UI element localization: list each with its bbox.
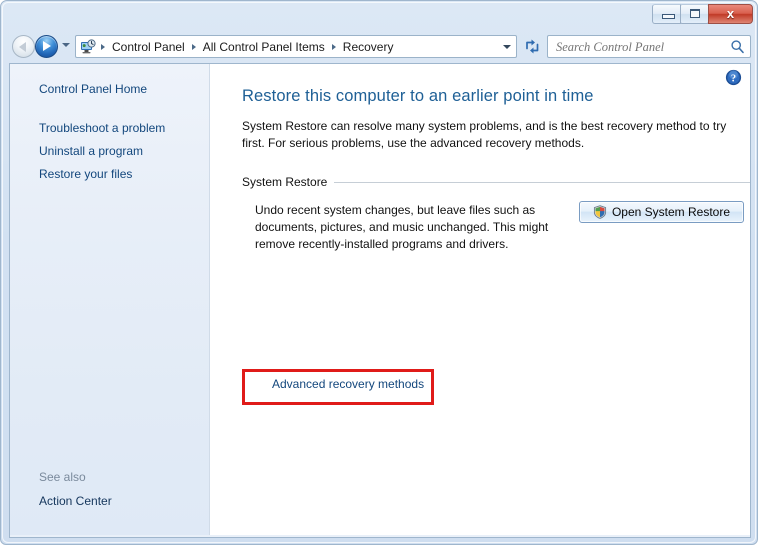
see-also-section: See also Action Center — [10, 467, 209, 513]
search-icon[interactable] — [730, 39, 745, 54]
svg-text:?: ? — [731, 73, 736, 84]
breadcrumb-separator-icon — [191, 43, 196, 50]
see-also-label: See also — [39, 470, 86, 484]
breadcrumb-separator-icon — [331, 43, 336, 50]
search-box[interactable] — [547, 35, 751, 59]
forward-arrow-icon — [43, 41, 51, 51]
nav-link-restore-your-files[interactable]: Restore your files — [10, 163, 209, 186]
address-bar[interactable]: Control Panel All Control Panel Items Re… — [75, 35, 517, 58]
back-button[interactable] — [12, 35, 35, 58]
back-arrow-icon — [19, 42, 26, 52]
see-also-link-action-center[interactable]: Action Center — [10, 490, 209, 513]
navigation-pane-links: Control Panel Home Troubleshoot a proble… — [10, 78, 209, 186]
breadcrumb-separator-icon — [101, 43, 105, 50]
window-controls: x — [652, 4, 753, 26]
control-panel-icon — [80, 38, 96, 55]
nav-link-uninstall-a-program[interactable]: Uninstall a program — [10, 140, 209, 163]
help-icon[interactable]: ? — [725, 69, 742, 86]
breadcrumb-recovery[interactable]: Recovery — [341, 39, 396, 55]
system-restore-description: Undo recent system changes, but leave fi… — [255, 203, 549, 251]
system-restore-group-header: System Restore — [242, 174, 750, 190]
group-divider — [334, 181, 750, 183]
navigation-bar: Control Panel All Control Panel Items Re… — [9, 32, 751, 62]
recent-pages-chevron-icon[interactable] — [62, 43, 70, 47]
window-bottom-strip — [9, 535, 751, 538]
nav-pane-spacer — [10, 101, 209, 117]
detail-pane: ? Restore this computer to an earlier po… — [211, 64, 750, 535]
nav-link-troubleshoot-a-problem[interactable]: Troubleshoot a problem — [10, 117, 209, 140]
close-icon: x — [726, 6, 735, 21]
system-restore-group: System Restore Undo recent system change… — [242, 174, 750, 405]
system-restore-group-label: System Restore — [242, 175, 328, 189]
forward-button[interactable] — [35, 35, 58, 58]
page-title: Restore this computer to an earlier poin… — [242, 87, 594, 105]
open-system-restore-label: Open System Restore — [611, 205, 731, 219]
content-area: Control Panel Home Troubleshoot a proble… — [9, 63, 751, 535]
maximize-button[interactable] — [680, 4, 709, 24]
address-dropdown-icon[interactable] — [503, 45, 511, 49]
search-input[interactable] — [554, 36, 728, 59]
page-intro-text: System Restore can resolve many system p… — [242, 119, 727, 150]
breadcrumb-control-panel[interactable]: Control Panel — [110, 39, 187, 55]
uac-shield-icon — [593, 205, 607, 219]
refresh-button[interactable] — [522, 36, 543, 57]
nav-link-control-panel-home[interactable]: Control Panel Home — [10, 78, 209, 101]
advanced-recovery-methods-link[interactable]: Advanced recovery methods — [272, 377, 424, 391]
window-frame: x Control Panel All Control Panel Items … — [0, 0, 758, 545]
breadcrumb-all-control-panel-items[interactable]: All Control Panel Items — [201, 39, 327, 55]
open-system-restore-button[interactable]: Open System Restore — [579, 201, 744, 223]
navigation-pane: Control Panel Home Troubleshoot a proble… — [10, 64, 210, 535]
minimize-button[interactable] — [652, 4, 681, 24]
title-bar: x — [1, 1, 758, 31]
close-button[interactable]: x — [708, 4, 753, 24]
